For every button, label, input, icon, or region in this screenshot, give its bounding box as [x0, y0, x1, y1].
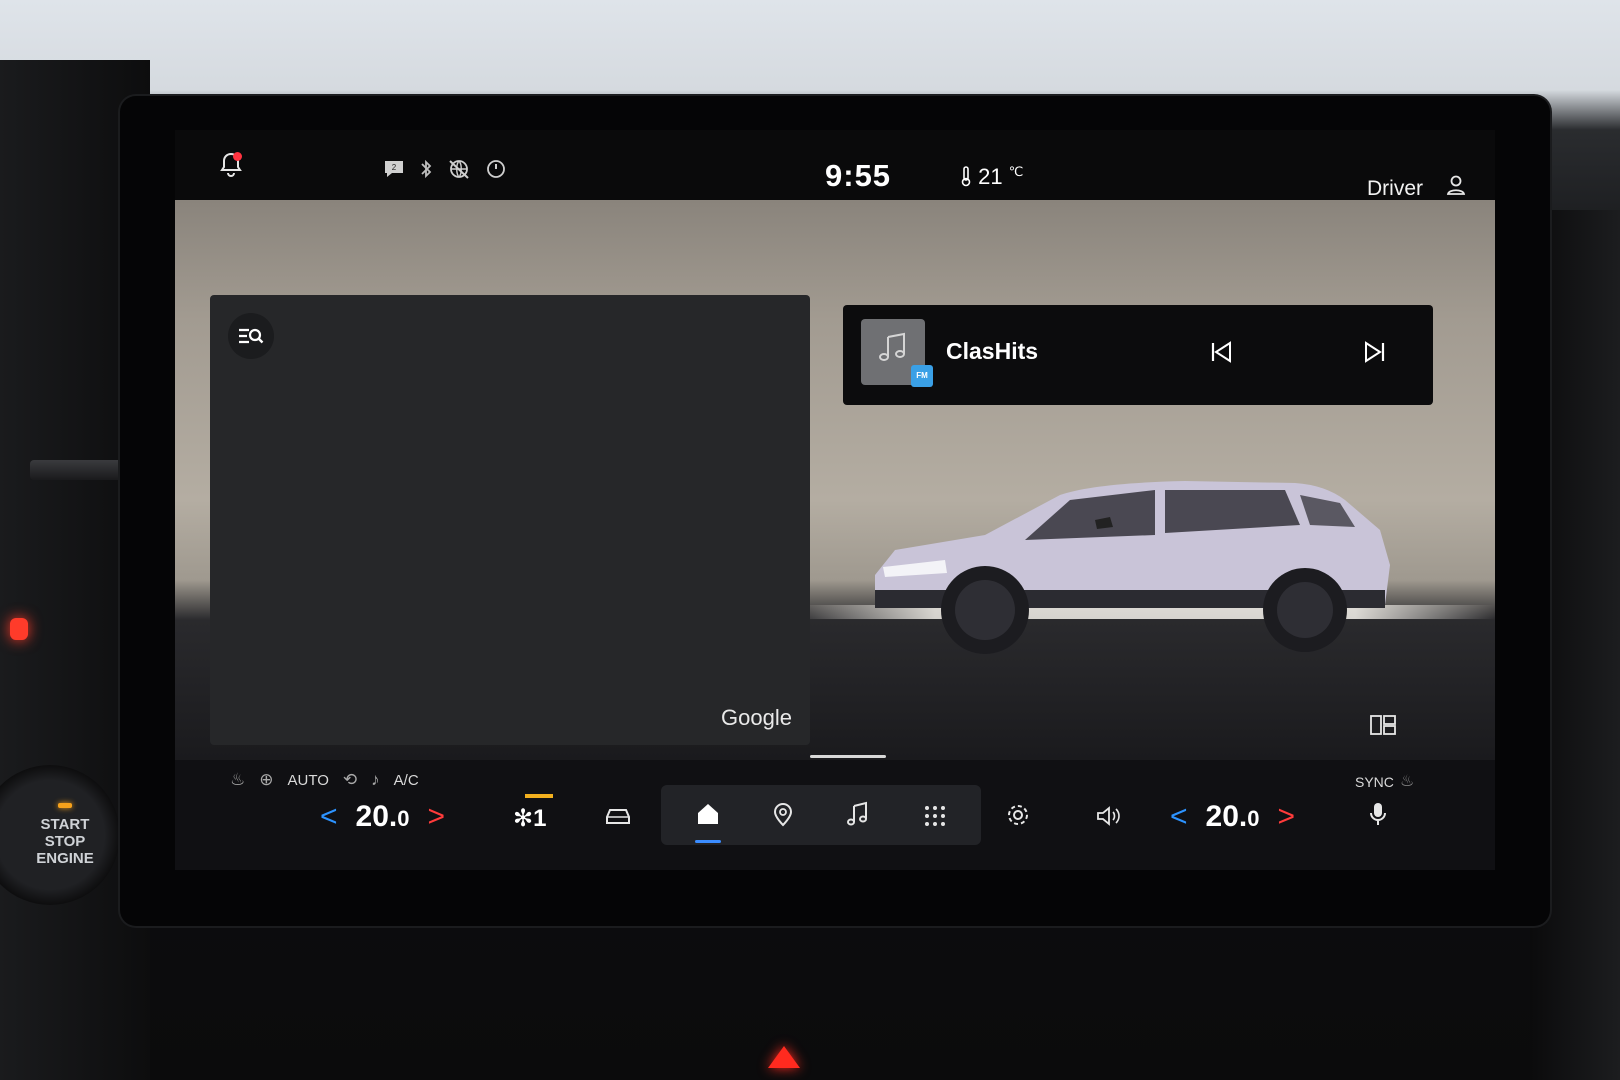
right-temp-control: < 20.0 > [1170, 800, 1295, 834]
seat-heat-icon[interactable]: ♨ [230, 770, 245, 790]
fan-level-indicator [525, 794, 553, 798]
status-bar: 2 9:55 21 ℃ Driver [175, 130, 1495, 200]
thermometer-icon [960, 164, 978, 189]
user-icon[interactable] [1445, 174, 1467, 196]
climate-quick-row: ♨ ⊕ AUTO ⟲ ♪ A/C [230, 770, 419, 790]
location-icon[interactable] [765, 800, 801, 836]
layout-icon[interactable] [1370, 715, 1396, 735]
clock: 9:55 [825, 158, 892, 193]
track-title: ClasHits [946, 338, 1039, 364]
home-active-indicator [695, 840, 721, 843]
left-temp-up[interactable]: > [428, 800, 446, 834]
hazard-button-icon[interactable] [768, 1046, 800, 1068]
right-temp-up[interactable]: > [1278, 800, 1296, 834]
music-icon[interactable] [840, 800, 876, 836]
start-label: START [40, 816, 90, 833]
auto-climate-button[interactable]: AUTO [288, 772, 329, 789]
message-count: 2 [392, 163, 397, 172]
right-temp-down[interactable]: < [1170, 800, 1188, 834]
infotainment-screen: 2 9:55 21 ℃ Driver Google FM ClasHits ♨ … [175, 130, 1495, 870]
steering-heat-icon[interactable]: ♨ [1400, 771, 1414, 791]
bluetooth-icon [419, 158, 433, 186]
search-list-icon[interactable] [228, 313, 274, 359]
temperature-value: 21 [978, 164, 1003, 189]
start-stop-button[interactable]: START STOP ENGINE [0, 765, 120, 905]
vehicle-image [875, 481, 1390, 654]
power-icon [485, 158, 507, 186]
warning-led [10, 618, 28, 640]
google-logo: Google [721, 705, 792, 730]
music-note-icon [876, 331, 910, 374]
radio-source-badge: FM [911, 365, 933, 387]
stop-label: STOP [44, 833, 86, 850]
home-icon[interactable] [690, 800, 726, 836]
previous-track-icon[interactable] [1203, 339, 1239, 371]
volume-icon[interactable] [1090, 800, 1126, 836]
engine-label: ENGINE [36, 850, 94, 867]
map-panel[interactable]: Google [210, 295, 810, 745]
fan-level: 1 [533, 805, 547, 832]
driver-profile-label[interactable]: Driver [1367, 177, 1423, 201]
fan-speed[interactable]: ✻1 [513, 804, 546, 833]
airflow-icon[interactable]: ♪ [371, 770, 380, 790]
drawer-handle[interactable] [810, 755, 886, 758]
left-temp-value: 20.0 [355, 800, 410, 833]
fan-icon: ✻ [513, 805, 534, 832]
car-icon[interactable] [600, 800, 636, 836]
no-network-icon [447, 158, 471, 186]
temperature-unit: ℃ [1008, 164, 1024, 179]
bottom-control-bar: ♨ ⊕ AUTO ⟲ ♪ A/C SYNC ♨ < 20.0 > ✻1 < 20… [175, 760, 1495, 870]
defrost-icon[interactable]: ⊕ [259, 770, 273, 790]
status-icons: 2 [383, 158, 507, 186]
media-card[interactable]: FM ClasHits [843, 305, 1433, 405]
recirculation-icon[interactable]: ⟲ [343, 770, 357, 790]
microphone-icon[interactable] [1360, 800, 1396, 836]
ac-button[interactable]: A/C [394, 772, 419, 789]
apps-grid-icon[interactable] [917, 800, 953, 836]
notification-dot [233, 152, 242, 161]
next-track-icon[interactable] [1357, 339, 1393, 371]
home-background: Google FM ClasHits [175, 200, 1495, 760]
settings-icon[interactable] [1000, 800, 1036, 836]
start-indicator [58, 803, 72, 808]
message-icon: 2 [383, 158, 405, 186]
left-temp-control: < 20.0 > [320, 800, 445, 834]
right-temp-value: 20.0 [1205, 800, 1260, 833]
left-temp-down[interactable]: < [320, 800, 338, 834]
sync-button[interactable]: SYNC [1355, 774, 1394, 790]
outside-temperature: 21 ℃ [960, 164, 1023, 190]
